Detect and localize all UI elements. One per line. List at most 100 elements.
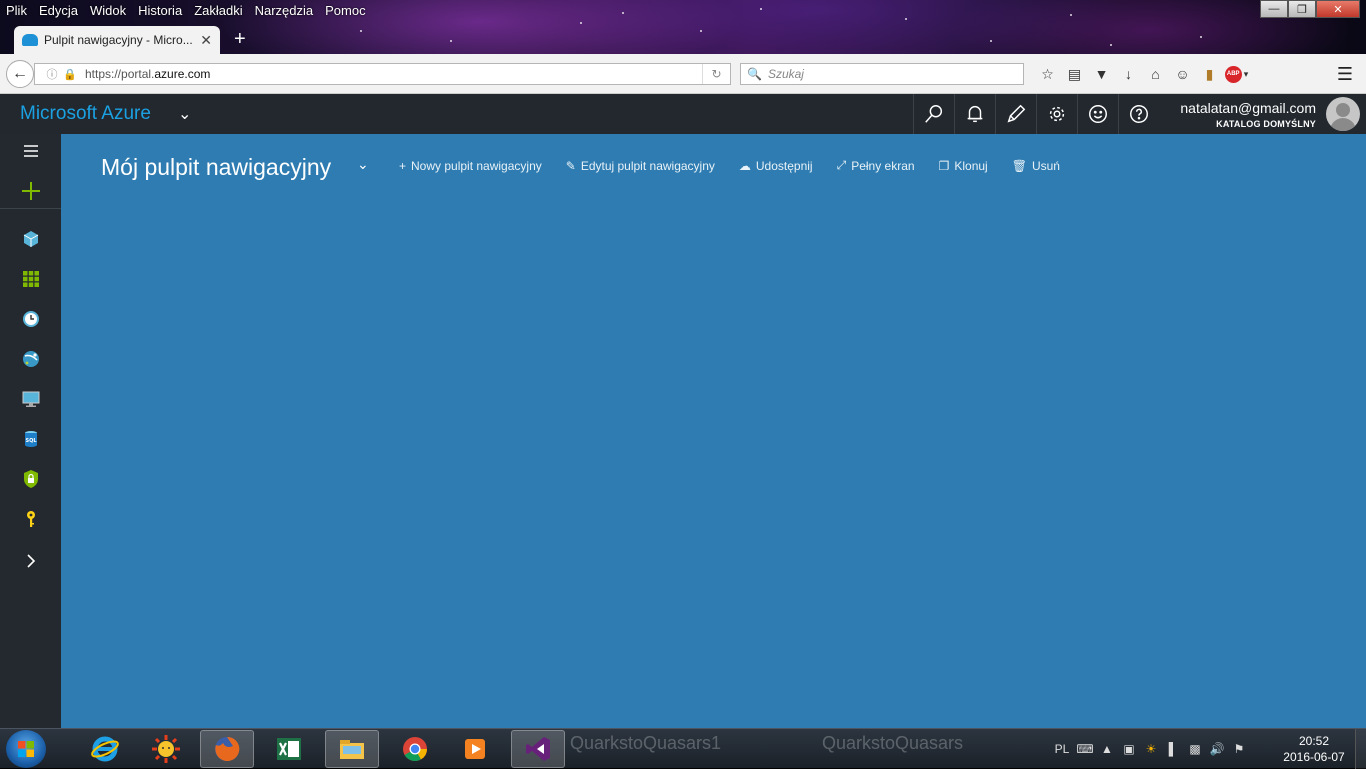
sidebar-divider bbox=[0, 208, 61, 209]
toolbar-icons: ☆ ▤ ▼ ↓ ⌂ ☺ ▮ ABP ▾ bbox=[1034, 64, 1250, 84]
close-tab-icon[interactable]: ✕ bbox=[200, 32, 212, 49]
tab-title: Pulpit nawigacyjny - Micro... bbox=[44, 33, 193, 47]
sun-app-icon[interactable] bbox=[139, 730, 193, 768]
account-directory: KATALOG DOMYŚLNY bbox=[1216, 119, 1316, 129]
recent-clock-icon[interactable] bbox=[0, 299, 61, 339]
edit-dashboard-button[interactable]: ✎ Edytuj pulpit nawigacyjny bbox=[566, 158, 715, 173]
firefox-icon[interactable] bbox=[200, 730, 254, 768]
language-indicator[interactable]: PL bbox=[1050, 739, 1074, 759]
hamburger-menu-icon[interactable] bbox=[0, 131, 61, 171]
minimize-button[interactable]: — bbox=[1260, 0, 1288, 18]
security-shield-lock-icon[interactable] bbox=[0, 459, 61, 499]
tray-expand-icon[interactable]: ▲ bbox=[1096, 739, 1118, 759]
excel-icon[interactable] bbox=[262, 730, 316, 768]
smiley-feedback-icon[interactable] bbox=[1077, 94, 1118, 134]
new-tab-icon[interactable]: + bbox=[234, 28, 246, 50]
sql-database-icon[interactable]: SQL bbox=[0, 419, 61, 459]
search-icon: 🔍 bbox=[747, 67, 762, 81]
maximize-button[interactable]: ❐ bbox=[1288, 0, 1316, 18]
signal-bars-icon[interactable]: ▌ bbox=[1162, 739, 1184, 759]
clock-date: 2016-06-07 bbox=[1283, 750, 1345, 764]
chevron-right-icon[interactable] bbox=[0, 541, 61, 581]
new-resource-plus-icon[interactable] bbox=[0, 171, 61, 211]
clone-button[interactable]: ❐ Klonuj bbox=[939, 158, 988, 173]
trash-icon: 🗑 bbox=[1011, 158, 1027, 173]
weather-icon[interactable]: ☀ bbox=[1140, 739, 1162, 759]
menu-tools[interactable]: Narzędzia bbox=[249, 3, 320, 18]
menu-view[interactable]: Widok bbox=[84, 3, 132, 18]
browser-tab[interactable]: Pulpit nawigacyjny - Micro... ✕ bbox=[14, 26, 220, 54]
smiley-icon[interactable]: ☺ bbox=[1169, 64, 1196, 84]
header-icons bbox=[913, 94, 1159, 134]
account-email: natalatan@gmail.com bbox=[1180, 100, 1316, 116]
azure-brand[interactable]: Microsoft Azure bbox=[20, 103, 151, 125]
network-device-icon[interactable]: ▣ bbox=[1118, 739, 1140, 759]
menu-help[interactable]: Pomoc bbox=[319, 3, 371, 18]
bookmark-star-icon[interactable]: ☆ bbox=[1034, 64, 1061, 84]
action-center-flag-icon[interactable]: ⚑ bbox=[1228, 739, 1250, 759]
dashboard-chevron-down-icon[interactable]: ⌄ bbox=[357, 156, 369, 173]
chevron-down-icon[interactable]: ⌄ bbox=[178, 104, 191, 124]
key-icon[interactable] bbox=[0, 499, 61, 539]
delete-button[interactable]: 🗑 Usuń bbox=[1012, 158, 1060, 173]
notebook-icon[interactable]: ▮ bbox=[1196, 64, 1223, 84]
plus-icon: + bbox=[399, 158, 407, 173]
reading-list-icon[interactable]: ▤ bbox=[1061, 64, 1088, 84]
new-dashboard-button[interactable]: + Nowy pulpit nawigacyjny bbox=[399, 158, 542, 173]
share-cloud-icon: ☁ bbox=[738, 158, 751, 173]
pocket-icon[interactable]: ▼ bbox=[1088, 64, 1115, 84]
search-input[interactable]: 🔍 Szukaj bbox=[740, 63, 1024, 85]
visual-studio-icon[interactable] bbox=[511, 730, 565, 768]
all-resources-grid-icon[interactable] bbox=[0, 259, 61, 299]
menu-file[interactable]: Plik bbox=[0, 3, 33, 18]
url-bar[interactable]: ⓘ 🔒 https://portal.azure.com ↻ bbox=[34, 63, 731, 85]
menu-edit[interactable]: Edycja bbox=[33, 3, 84, 18]
home-icon[interactable]: ⌂ bbox=[1142, 64, 1169, 84]
search-placeholder: Szukaj bbox=[767, 67, 804, 81]
menu-history[interactable]: Historia bbox=[132, 3, 188, 18]
app-services-globe-icon[interactable] bbox=[0, 339, 61, 379]
reload-icon[interactable]: ↻ bbox=[702, 64, 730, 84]
show-desktop-button[interactable] bbox=[1355, 729, 1366, 769]
adblock-icon[interactable]: ABP ▾ bbox=[1223, 64, 1250, 84]
help-icon[interactable] bbox=[1118, 94, 1159, 134]
account-info[interactable]: natalatan@gmail.com KATALOG DOMYŚLNY bbox=[1180, 100, 1316, 129]
pencil-icon[interactable] bbox=[995, 94, 1036, 134]
browser-titlebar: Plik Edycja Widok Historia Zakładki Narz… bbox=[0, 0, 1366, 54]
expand-arrows-icon: ⤢ bbox=[836, 158, 847, 172]
virtual-machines-monitor-icon[interactable] bbox=[0, 379, 61, 419]
menu-bookmarks[interactable]: Zakładki bbox=[188, 3, 248, 18]
resource-groups-cube-icon[interactable] bbox=[0, 219, 61, 259]
info-icon[interactable]: ⓘ bbox=[45, 67, 59, 81]
browser-menu-icon[interactable]: ☰ bbox=[1332, 64, 1358, 84]
svg-text:SQL: SQL bbox=[25, 438, 37, 444]
browser-navbar: ← ⓘ 🔒 https://portal.azure.com ↻ 🔍 Szuka… bbox=[0, 54, 1366, 94]
internet-explorer-icon[interactable] bbox=[78, 730, 132, 768]
download-icon[interactable]: ↓ bbox=[1115, 64, 1142, 84]
windows-logo-icon bbox=[18, 741, 34, 757]
start-button[interactable] bbox=[6, 730, 46, 768]
media-player-icon[interactable] bbox=[448, 730, 502, 768]
gear-icon[interactable] bbox=[1036, 94, 1077, 134]
system-tray: PL ⌨ ▲ ▣ ☀ ▌ ▩ 🔊 ⚑ bbox=[1050, 729, 1250, 769]
back-arrow-icon[interactable]: ← bbox=[6, 60, 34, 88]
volume-icon[interactable]: 🔊 bbox=[1206, 739, 1228, 759]
window-controls: — ❐ ✕ bbox=[1260, 0, 1360, 18]
share-button[interactable]: ☁ Udostępnij bbox=[739, 158, 813, 173]
clone-icon: ❐ bbox=[938, 158, 950, 173]
bell-icon[interactable] bbox=[954, 94, 995, 134]
taskbar-ghost-text-2: QuarkstoQuasars bbox=[822, 733, 964, 753]
chrome-icon[interactable] bbox=[388, 730, 442, 768]
keyboard-icon[interactable]: ⌨ bbox=[1074, 739, 1096, 759]
menu-bar: Plik Edycja Widok Historia Zakładki Narz… bbox=[0, 0, 372, 20]
avatar[interactable] bbox=[1326, 97, 1360, 131]
windows-taskbar: QuarkstoQuasars1 QuarkstoQuasars PL ⌨ ▲ … bbox=[0, 728, 1366, 769]
page-title[interactable]: Mój pulpit nawigacyjny bbox=[101, 154, 331, 181]
lock-icon: 🔒 bbox=[63, 68, 77, 81]
usb-device-icon[interactable]: ▩ bbox=[1184, 739, 1206, 759]
file-explorer-icon[interactable] bbox=[325, 730, 379, 768]
search-icon[interactable] bbox=[913, 94, 954, 134]
close-window-button[interactable]: ✕ bbox=[1316, 0, 1360, 18]
taskbar-clock[interactable]: 20:52 2016-06-07 bbox=[1282, 733, 1346, 765]
fullscreen-button[interactable]: ⤢ Pełny ekran bbox=[837, 158, 915, 173]
